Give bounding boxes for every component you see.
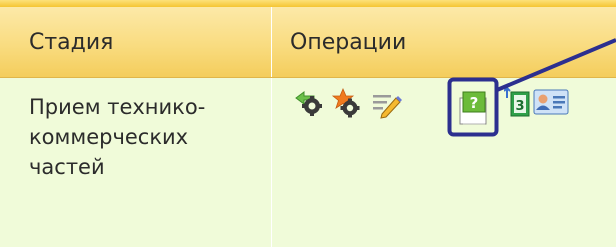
stage-line: Прием технико-	[29, 95, 206, 119]
gear-green-arrow-icon[interactable]	[292, 88, 326, 118]
contact-card-icon[interactable]	[532, 88, 572, 118]
svg-text:3: 3	[515, 99, 524, 114]
column-divider	[271, 7, 272, 77]
spreadsheet-upload-icon[interactable]: 3	[504, 86, 532, 120]
header-top-strip	[0, 0, 616, 7]
svg-text:?: ?	[470, 94, 479, 112]
column-header-stage[interactable]: Стадия	[29, 30, 113, 55]
column-header-operations[interactable]: Операции	[290, 30, 406, 55]
approve-question-icon[interactable]: ?	[455, 88, 491, 130]
gear-star-icon[interactable]	[330, 88, 364, 118]
column-divider	[271, 78, 272, 247]
stage-line: частей	[29, 155, 105, 179]
edit-pen-icon[interactable]	[370, 90, 404, 120]
stage-line: коммерческих	[29, 125, 189, 149]
table-header: Стадия Операции	[0, 7, 616, 78]
stage-cell: Прием технико- коммерческих частей	[29, 92, 265, 182]
